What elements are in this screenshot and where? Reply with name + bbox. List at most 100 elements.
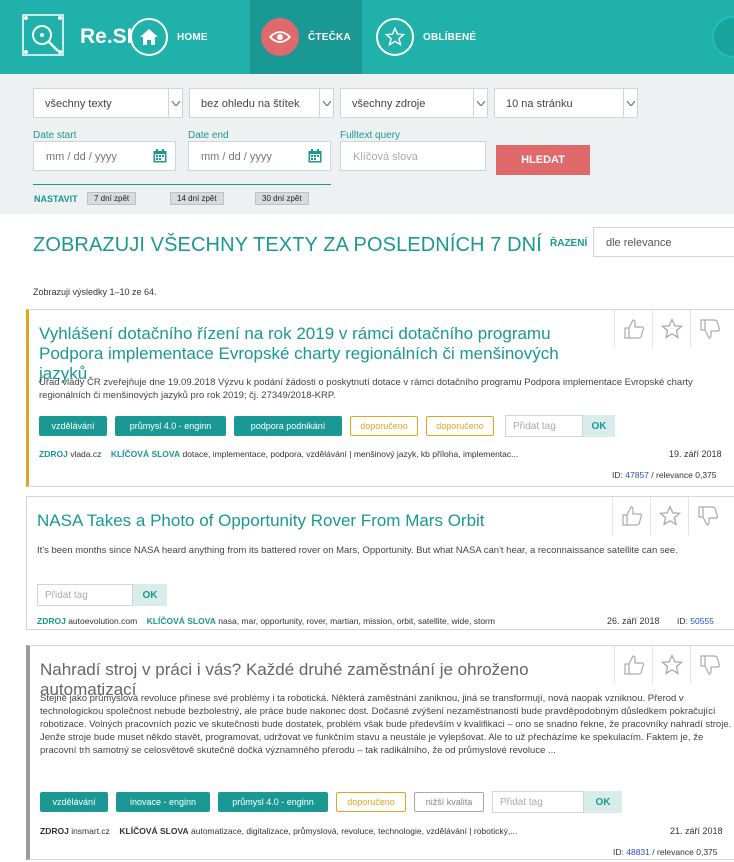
add-tag-ok-button[interactable]: OK xyxy=(133,584,167,606)
date-end-placeholder: mm / dd / yyyy xyxy=(201,151,272,163)
thumbs-up-icon[interactable] xyxy=(614,646,652,684)
id-label: ID: xyxy=(612,470,623,480)
keywords-label: KLÍČOVÁ SLOVA xyxy=(146,616,216,626)
eye-icon xyxy=(261,18,299,56)
top-navigation-bar: Re.SI HOME ČTEČKA OBLÍBENÉ xyxy=(0,0,734,74)
article-date: 26. září 2018 xyxy=(607,616,660,626)
add-tag-input[interactable]: Přidat tag xyxy=(492,791,584,813)
add-tag-input[interactable]: Přidat tag xyxy=(37,584,133,606)
calendar-icon[interactable] xyxy=(153,149,167,163)
chevron-down-icon xyxy=(319,89,333,117)
id-label: ID: xyxy=(677,616,688,626)
date-end-input[interactable]: mm / dd / yyyy xyxy=(188,141,331,171)
source-label: ZDROJ xyxy=(40,826,69,836)
article-id-link[interactable]: 50555 xyxy=(690,616,714,626)
tag-chip[interactable]: podpora podnikání xyxy=(234,416,342,436)
favorite-star-icon[interactable] xyxy=(652,310,690,348)
thumbs-up-icon[interactable] xyxy=(612,497,650,535)
keywords-label: KLÍČOVÁ SLOVA xyxy=(110,449,181,459)
source-label: ZDROJ xyxy=(39,449,68,459)
tag-chip[interactable]: vzdělávání xyxy=(40,792,108,812)
article-date: 19. září 2018 xyxy=(669,449,722,459)
sort-value: dle relevance xyxy=(606,237,672,249)
preset-14-days[interactable]: 14 dní zpět xyxy=(170,192,224,205)
relevance-label: / relevance xyxy=(651,470,693,480)
per-page-select[interactable]: 10 na stránku xyxy=(494,88,638,118)
article-id-link[interactable]: 47857 xyxy=(625,470,649,480)
source-label: ZDROJ xyxy=(37,616,66,626)
id-label: ID: xyxy=(613,847,624,857)
fulltext-label: Fulltext query xyxy=(340,130,401,141)
add-tag-ok-button[interactable]: OK xyxy=(584,791,622,813)
search-button[interactable]: HLEDAT xyxy=(496,145,590,175)
date-start-input[interactable]: mm / dd / yyyy xyxy=(33,141,176,171)
app-name[interactable]: Re.SI xyxy=(80,25,133,49)
logo-icon[interactable] xyxy=(22,14,64,56)
thumbs-down-icon[interactable] xyxy=(690,310,728,348)
nav-ctecka-label: ČTEČKA xyxy=(308,31,351,43)
home-icon xyxy=(130,18,168,56)
keywords-label: KLÍČOVÁ SLOVA xyxy=(119,826,189,836)
thumbs-down-icon[interactable] xyxy=(688,497,726,535)
preset-7-days[interactable]: 7 dní zpět xyxy=(87,192,137,205)
favorite-star-icon[interactable] xyxy=(650,497,688,535)
page-title: ZOBRAZUJI VŠECHNY TEXTY ZA POSLEDNÍCH 7 … xyxy=(33,234,542,256)
source-value[interactable]: vlada.cz xyxy=(70,449,101,459)
text-type-value: všechny texty xyxy=(45,98,112,110)
presets-label: NASTAVIT xyxy=(34,194,78,204)
date-start-placeholder: mm / dd / yyyy xyxy=(46,151,117,163)
article-id-link[interactable]: 48831 xyxy=(626,847,650,857)
article-meta: ZDROJ insmart.cz KLÍČOVÁ SLOVA automatiz… xyxy=(40,826,517,836)
tag-filter-select[interactable]: bez ohledu na štítek xyxy=(189,88,334,118)
sort-select[interactable]: dle relevance xyxy=(593,227,734,257)
thumbs-down-icon[interactable] xyxy=(690,646,728,684)
article-meta: ZDROJ vlada.cz KLÍČOVÁ SLOVA dotace, imp… xyxy=(39,449,518,459)
tag-chip[interactable]: doporučeno xyxy=(336,792,406,812)
chevron-down-icon xyxy=(473,89,487,117)
star-icon xyxy=(376,18,414,56)
article-date: 21. září 2018 xyxy=(670,826,723,836)
article-card: NASA Takes a Photo of Opportunity Rover … xyxy=(26,496,734,630)
thumbs-up-icon[interactable] xyxy=(614,310,652,348)
tag-chip[interactable]: nižší kvalita xyxy=(414,792,484,812)
nav-ctecka[interactable]: ČTEČKA xyxy=(250,0,362,74)
nav-home[interactable]: HOME xyxy=(130,0,248,74)
text-type-select[interactable]: všechny texty xyxy=(33,88,183,118)
fulltext-input[interactable]: Klíčová slova xyxy=(340,141,486,171)
preset-divider xyxy=(33,184,331,185)
relevance-value: 0,375 xyxy=(695,470,717,480)
nav-oblibene[interactable]: OBLÍBENÉ xyxy=(376,0,506,74)
article-title[interactable]: NASA Takes a Photo of Opportunity Rover … xyxy=(37,511,597,531)
add-tag-input[interactable]: Přidat tag xyxy=(505,415,583,437)
article-id-relevance: ID: 47857 / relevance 0,375 xyxy=(612,470,717,480)
source-value[interactable]: autoevolution.com xyxy=(68,616,137,626)
tag-chip[interactable]: průmysl 4.0 - enginn xyxy=(218,792,328,812)
date-end-label: Date end xyxy=(188,130,229,141)
article-meta: ZDROJ autoevolution.com KLÍČOVÁ SLOVA na… xyxy=(37,616,495,626)
preset-30-days[interactable]: 30 dní zpět xyxy=(255,192,309,205)
sources-select[interactable]: všechny zdroje xyxy=(340,88,488,118)
keywords-value: nasa, mar, opportunity, rover, martian, … xyxy=(218,616,495,626)
source-value[interactable]: insmart.cz xyxy=(71,826,110,836)
article-description: It's been months since NASA heard anythi… xyxy=(37,545,678,556)
date-start-label: Date start xyxy=(33,130,77,141)
article-card: Nahradí stroj v práci i vás? Každé druhé… xyxy=(26,645,734,860)
keywords-value: dotace, implementace, podpora, vzděláván… xyxy=(182,449,519,459)
tag-chip[interactable]: doporučeno xyxy=(426,416,494,436)
article-id-relevance: ID: 50555 xyxy=(677,616,714,626)
fulltext-placeholder: Klíčová slova xyxy=(353,151,418,163)
tag-chip[interactable]: vzdělávání xyxy=(39,416,107,436)
favorite-star-icon[interactable] xyxy=(652,646,690,684)
article-title[interactable]: Vyhlášení dotačního řízení na rok 2019 v… xyxy=(39,324,599,384)
per-page-value: 10 na stránku xyxy=(506,98,573,110)
nav-oblibene-label: OBLÍBENÉ xyxy=(423,31,477,43)
relevance-value: 0,375 xyxy=(696,847,718,857)
chevron-down-icon xyxy=(168,89,182,117)
tag-chip[interactable]: doporučeno xyxy=(350,416,418,436)
chevron-down-icon xyxy=(623,89,637,117)
add-tag-ok-button[interactable]: OK xyxy=(583,415,615,437)
calendar-icon[interactable] xyxy=(308,149,322,163)
tag-chip[interactable]: inovace - enginn xyxy=(116,792,210,812)
tag-chip[interactable]: průmysl 4.0 - enginn xyxy=(115,416,226,436)
user-avatar-icon[interactable] xyxy=(712,16,734,58)
